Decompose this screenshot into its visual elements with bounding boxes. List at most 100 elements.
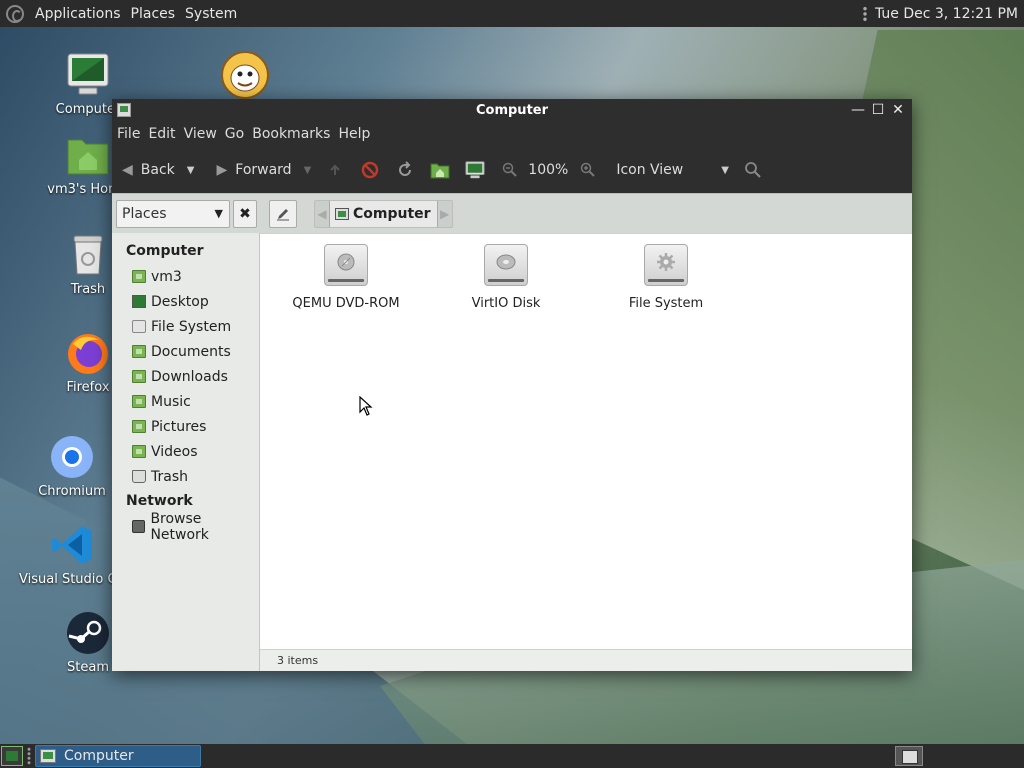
chromium-icon: [49, 434, 95, 480]
forward-history-dropdown-icon[interactable]: ▼: [304, 165, 312, 176]
zoom-in-icon[interactable]: [578, 160, 598, 180]
sidebar-item-file-system[interactable]: File System: [112, 314, 259, 339]
sidebar-item-label: File System: [151, 318, 232, 335]
close-icon[interactable]: ✕: [890, 102, 906, 118]
network-icon: [132, 520, 146, 533]
status-bar: 3 items: [260, 649, 912, 671]
sheep-mascot-icon: [220, 50, 270, 100]
file-item-qemu-dvd-rom[interactable]: QEMU DVD-ROM: [266, 244, 426, 311]
folder-icon: [132, 345, 146, 358]
home-folder-icon: [132, 270, 146, 283]
sidebar-item-label: Pictures: [151, 418, 207, 435]
trash-icon: [65, 232, 111, 278]
desktop-icon-sheep[interactable]: [195, 50, 295, 104]
clock[interactable]: Tue Dec 3, 12:21 PM: [875, 6, 1018, 22]
window-titlebar[interactable]: Computer — ☐ ✕: [112, 99, 912, 121]
pencil-icon: [277, 208, 289, 220]
menu-file[interactable]: File: [113, 126, 144, 142]
breadcrumb-computer[interactable]: Computer: [329, 200, 438, 227]
back-arrow-icon: ◀: [122, 162, 133, 178]
breadcrumb-label: Computer: [353, 205, 431, 222]
window-title: Computer: [475, 102, 549, 118]
menu-view[interactable]: View: [180, 126, 221, 142]
reload-icon[interactable]: [395, 160, 415, 180]
show-desktop-icon[interactable]: [1, 746, 23, 766]
sidebar-item-trash[interactable]: Trash: [112, 464, 259, 489]
panel-handle[interactable]: [27, 747, 31, 765]
sidebar-item-documents[interactable]: Documents: [112, 339, 259, 364]
breadcrumb-right-arrow-icon[interactable]: ▶: [438, 207, 452, 221]
close-sidebar-button[interactable]: ✖: [233, 199, 257, 228]
desktop-icon-label: Visual Studio Code: [19, 572, 112, 587]
back-history-dropdown-icon[interactable]: ▼: [187, 165, 195, 176]
trash-icon: [132, 470, 146, 483]
file-view[interactable]: QEMU DVD-ROM VirtIO Disk File System: [260, 233, 912, 671]
desktop-icon-label: Chromium: [38, 484, 106, 499]
view-mode-select[interactable]: Icon View ▼: [616, 162, 729, 178]
maximize-icon[interactable]: ☐: [870, 102, 886, 118]
breadcrumb-left-arrow-icon[interactable]: ◀: [315, 207, 329, 221]
menubar: File Edit View Go Bookmarks Help: [112, 121, 912, 147]
sidebar-item-label: Videos: [151, 443, 198, 460]
taskbar-item-computer[interactable]: Computer: [35, 745, 201, 767]
folder-icon: [132, 370, 146, 383]
desktop-icon-chromium[interactable]: Chromium: [22, 434, 122, 499]
minimize-icon[interactable]: —: [850, 102, 866, 118]
file-item-virtio-disk[interactable]: VirtIO Disk: [426, 244, 586, 311]
menu-bookmarks[interactable]: Bookmarks: [248, 126, 334, 142]
back-button[interactable]: ◀ Back ▼: [122, 162, 194, 178]
hard-disk-icon: [484, 244, 528, 286]
menu-go[interactable]: Go: [221, 126, 248, 142]
toggle-location-entry-button[interactable]: [269, 199, 297, 228]
zoom-level[interactable]: 100%: [528, 162, 568, 178]
file-item-label: QEMU DVD-ROM: [292, 296, 400, 311]
home-icon[interactable]: [430, 160, 450, 180]
folder-icon: [132, 445, 146, 458]
menu-edit[interactable]: Edit: [144, 126, 179, 142]
back-label: Back: [140, 162, 175, 178]
distro-logo-icon[interactable]: [6, 4, 24, 23]
breadcrumb: ◀ Computer ▶: [314, 199, 453, 228]
sidebar-heading-computer: Computer: [126, 243, 204, 259]
sidebar-item-music[interactable]: Music: [112, 389, 259, 414]
sidebar-item-label: Downloads: [151, 368, 228, 385]
sidebar-item-videos[interactable]: Videos: [112, 439, 259, 464]
file-item-file-system[interactable]: File System: [586, 244, 746, 311]
system-menu[interactable]: System: [180, 6, 242, 22]
sidebar-item-downloads[interactable]: Downloads: [112, 364, 259, 389]
sidebar-item-desktop[interactable]: Desktop: [112, 289, 259, 314]
firefox-icon: [65, 330, 111, 376]
folder-icon: [132, 420, 146, 433]
stop-icon[interactable]: [360, 160, 380, 180]
sidebar-item-vm3[interactable]: vm3: [112, 264, 259, 289]
bottom-panel: Computer: [0, 744, 1024, 768]
desktop-icon-vscode[interactable]: Visual Studio Code: [12, 522, 112, 587]
applications-menu[interactable]: Applications: [30, 6, 126, 22]
up-icon[interactable]: [325, 160, 345, 180]
sidebar-item-browse-network[interactable]: Browse Network: [112, 511, 259, 543]
search-icon[interactable]: [743, 160, 763, 180]
menu-help[interactable]: Help: [334, 126, 374, 142]
places-menu[interactable]: Places: [126, 6, 181, 22]
taskbar-item-label: Computer: [64, 748, 134, 764]
home-folder-icon: [65, 132, 111, 178]
top-panel: Applications Places System Tue Dec 3, 12…: [0, 0, 1024, 27]
sidebar-item-label: Trash: [151, 468, 188, 485]
places-sidebar: Computer vm3 Desktop File System Documen…: [112, 233, 260, 671]
forward-button[interactable]: ▶ Forward ▼: [216, 162, 311, 178]
content-area: Computer vm3 Desktop File System Documen…: [112, 233, 912, 671]
sidebar-item-pictures[interactable]: Pictures: [112, 414, 259, 439]
sidebar-mode-select[interactable]: Places ▼: [116, 199, 230, 228]
chevron-down-icon: ▼: [214, 206, 223, 220]
computer-icon: [40, 749, 56, 763]
sidebar-item-label: Desktop: [151, 293, 209, 310]
workspace-switcher[interactable]: [895, 746, 923, 766]
optical-drive-icon: [324, 244, 368, 286]
drive-icon: [132, 320, 146, 333]
sidebar-mode-label: Places: [122, 205, 167, 222]
view-mode-label: Icon View: [616, 162, 684, 178]
zoom-out-icon[interactable]: [500, 160, 520, 180]
panel-handle[interactable]: [862, 5, 867, 22]
computer-icon: [335, 207, 349, 220]
computer-icon[interactable]: [465, 160, 485, 180]
